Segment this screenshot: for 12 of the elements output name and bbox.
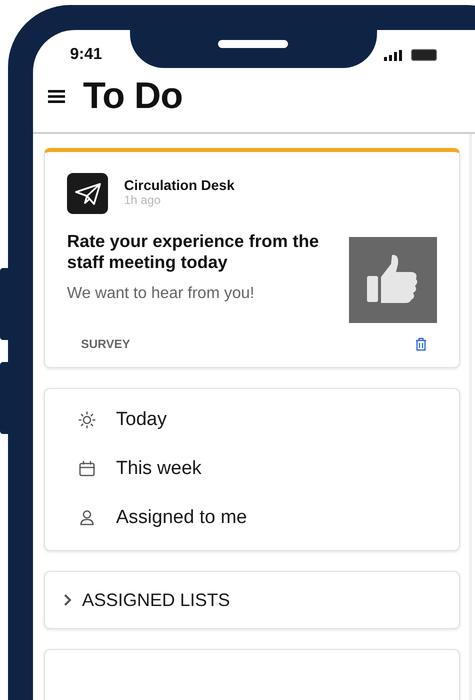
post-time: 1h ago [124,193,162,207]
page-title: To Do [83,75,183,117]
status-time: 9:41 [70,46,102,64]
filter-item[interactable]: Assigned to me [45,493,459,542]
survey-tag: SURVEY [81,337,130,351]
section-header[interactable]: ASSIGNED LISTS [45,572,459,628]
survey-card[interactable]: Circulation Desk 1h ago Rate your experience from the staff meeting today We want to hear from you! SURVEY [44,148,460,368]
survey-title: Rate your experience from the staff meeting today [67,231,320,273]
filter-item[interactable]: Today [45,395,459,444]
survey-subtitle: We want to hear from you! [67,285,256,303]
source-name: Circulation Desk [124,177,234,193]
filter-item[interactable]: This week [45,444,459,493]
